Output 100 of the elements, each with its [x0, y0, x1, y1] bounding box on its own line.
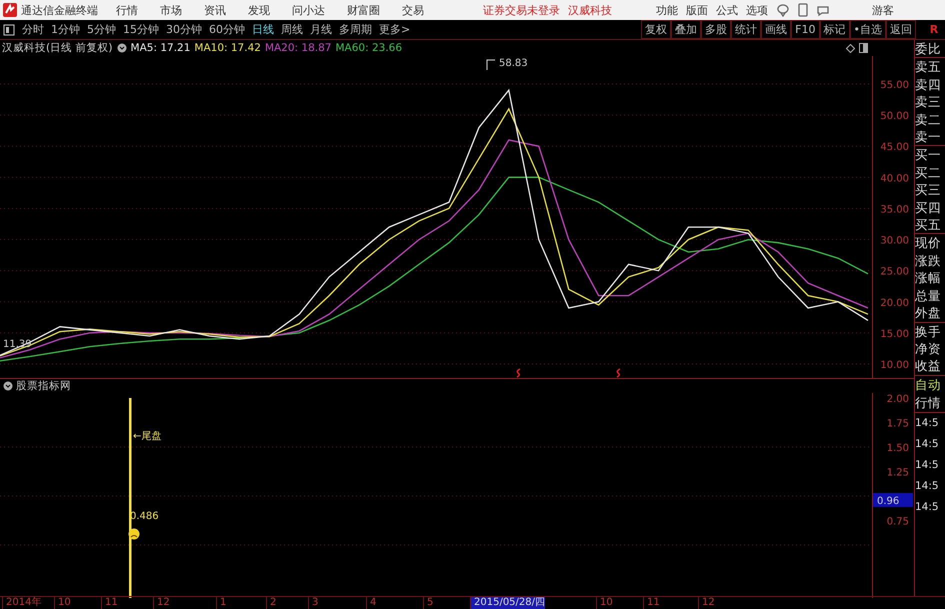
- quote-label: 委比: [915, 40, 942, 58]
- menu-item[interactable]: 市场: [160, 2, 182, 18]
- legend-label: MA5: 17.21: [130, 42, 190, 54]
- date-label: 2: [266, 597, 276, 609]
- axis-label: 15.00: [880, 328, 909, 340]
- menu-item[interactable]: 资讯: [204, 2, 226, 18]
- period-tab[interactable]: 周线: [281, 22, 303, 37]
- quote-label: 卖一: [915, 128, 942, 146]
- axis-label: 0.75: [886, 516, 909, 528]
- cursor-value: 0.96: [873, 492, 913, 507]
- panel-icon[interactable]: [859, 43, 868, 53]
- menu-item[interactable]: 版面: [686, 2, 708, 18]
- cursor-date: 2015/05/28/四: [470, 597, 546, 609]
- date-label: 11: [101, 597, 118, 609]
- axis-label: 2.00: [886, 394, 909, 405]
- date-label: 10: [596, 597, 613, 609]
- toolbar-button[interactable]: 多股: [701, 20, 732, 39]
- signal-label: ←尾盘: [133, 431, 162, 442]
- period-tab[interactable]: 月线: [310, 22, 332, 37]
- quote-label: 14:5: [915, 436, 940, 452]
- date-label: 1: [216, 597, 226, 609]
- period-tab[interactable]: 60分钟: [209, 22, 245, 37]
- period-tab[interactable]: 分时: [22, 22, 44, 37]
- quote-label: 买四: [915, 198, 942, 216]
- toolbar-button[interactable]: 复权: [641, 20, 672, 39]
- menu-item[interactable]: 交易: [402, 2, 424, 18]
- quote-label: 总量: [915, 286, 942, 304]
- menu-item[interactable]: 选项: [746, 2, 768, 18]
- axis-label: 50.00: [880, 111, 909, 122]
- diamond-icon[interactable]: [846, 44, 855, 52]
- axis-label: 45.00: [880, 142, 909, 154]
- quote-label: 14:5: [915, 500, 940, 515]
- quote-label: 买二: [915, 164, 942, 182]
- status-text: 汉威科技: [568, 2, 612, 18]
- period-tab[interactable]: 1分钟: [51, 22, 80, 37]
- toolbar-button[interactable]: F10: [791, 20, 820, 39]
- flag-label: R: [928, 23, 940, 36]
- period-tab[interactable]: 多周期: [339, 22, 372, 37]
- quote-label: 14:5: [915, 458, 940, 473]
- period-tab[interactable]: 30分钟: [166, 22, 202, 37]
- face-icon: [128, 528, 140, 540]
- logo-icon: [3, 3, 17, 17]
- menu-item[interactable]: 财富圈: [347, 2, 380, 18]
- quote-label: 自动: [915, 376, 942, 394]
- price-annotation: 58.83: [486, 58, 528, 70]
- period-tab[interactable]: 5分钟: [87, 22, 116, 37]
- quote-label: 涨幅: [915, 269, 942, 287]
- status-text: 证券交易未登录: [483, 2, 560, 18]
- axis-label: 40.00: [880, 173, 909, 184]
- toolbar-button[interactable]: •自选: [850, 20, 886, 39]
- toolbar-button[interactable]: 叠加: [671, 20, 702, 39]
- legend-label: MA10: 17.42: [194, 42, 261, 54]
- quote-label: 买一: [915, 146, 942, 164]
- panel-toggle-icon[interactable]: [3, 24, 15, 36]
- indicator-title: 股票指标网: [16, 379, 71, 393]
- quote-label: 卖三: [915, 93, 942, 111]
- menu-item[interactable]: 行情: [116, 2, 138, 18]
- toolbar-button[interactable]: 统计: [731, 20, 762, 39]
- period-tab[interactable]: 15分钟: [123, 22, 159, 37]
- quote-label: 现价: [915, 234, 942, 252]
- quote-label: 卖四: [915, 76, 942, 94]
- axis-label: 35.00: [880, 204, 909, 216]
- stock-title: 汉威科技(日线 前复权): [2, 41, 113, 55]
- toolbar-button[interactable]: 返回: [886, 20, 916, 39]
- quote-label: 买五: [915, 216, 942, 234]
- quote-label: 14:5: [915, 478, 940, 494]
- axis-label: 30.00: [880, 236, 909, 247]
- axis-label: 1.75: [886, 418, 909, 430]
- date-label: 3: [308, 597, 318, 609]
- toolbar-button[interactable]: 画线: [761, 20, 792, 39]
- date-label: 5: [423, 597, 434, 609]
- settings-icon[interactable]: [3, 381, 13, 391]
- balloon-icon[interactable]: [776, 3, 790, 17]
- period-tab[interactable]: 日线: [252, 22, 274, 37]
- app-title: 通达信金融终端: [21, 2, 98, 18]
- legend-label: MA20: 18.87: [264, 42, 332, 54]
- quote-label: 净资: [915, 340, 942, 358]
- quote-label: 行情: [915, 394, 942, 412]
- period-tab[interactable]: 更多>: [379, 22, 410, 37]
- menu-item[interactable]: 问小达: [292, 2, 325, 18]
- date-label: 12: [698, 597, 715, 609]
- date-label: 4: [366, 597, 376, 609]
- marker-icon: [516, 368, 520, 378]
- phone-icon[interactable]: [798, 3, 808, 17]
- user-label[interactable]: 游客: [872, 2, 894, 18]
- menu-item[interactable]: 功能: [656, 2, 678, 18]
- quote-label: 换手: [915, 322, 942, 340]
- marker-icon: [616, 368, 620, 378]
- toolbar-button[interactable]: 标记: [820, 20, 850, 39]
- menu-item[interactable]: 公式: [716, 2, 738, 18]
- menu-item[interactable]: 发现: [248, 2, 270, 18]
- settings-icon[interactable]: [116, 43, 127, 53]
- quote-label: 14:5: [915, 416, 940, 431]
- axis-label: 55.00: [880, 80, 909, 91]
- axis-label: 1.25: [886, 468, 909, 478]
- date-label: 11: [643, 597, 660, 609]
- quote-label: 卖五: [915, 58, 942, 76]
- axis-label: 20.00: [880, 298, 909, 309]
- quote-label: 卖二: [915, 110, 942, 128]
- quote-label: 买三: [915, 181, 942, 199]
